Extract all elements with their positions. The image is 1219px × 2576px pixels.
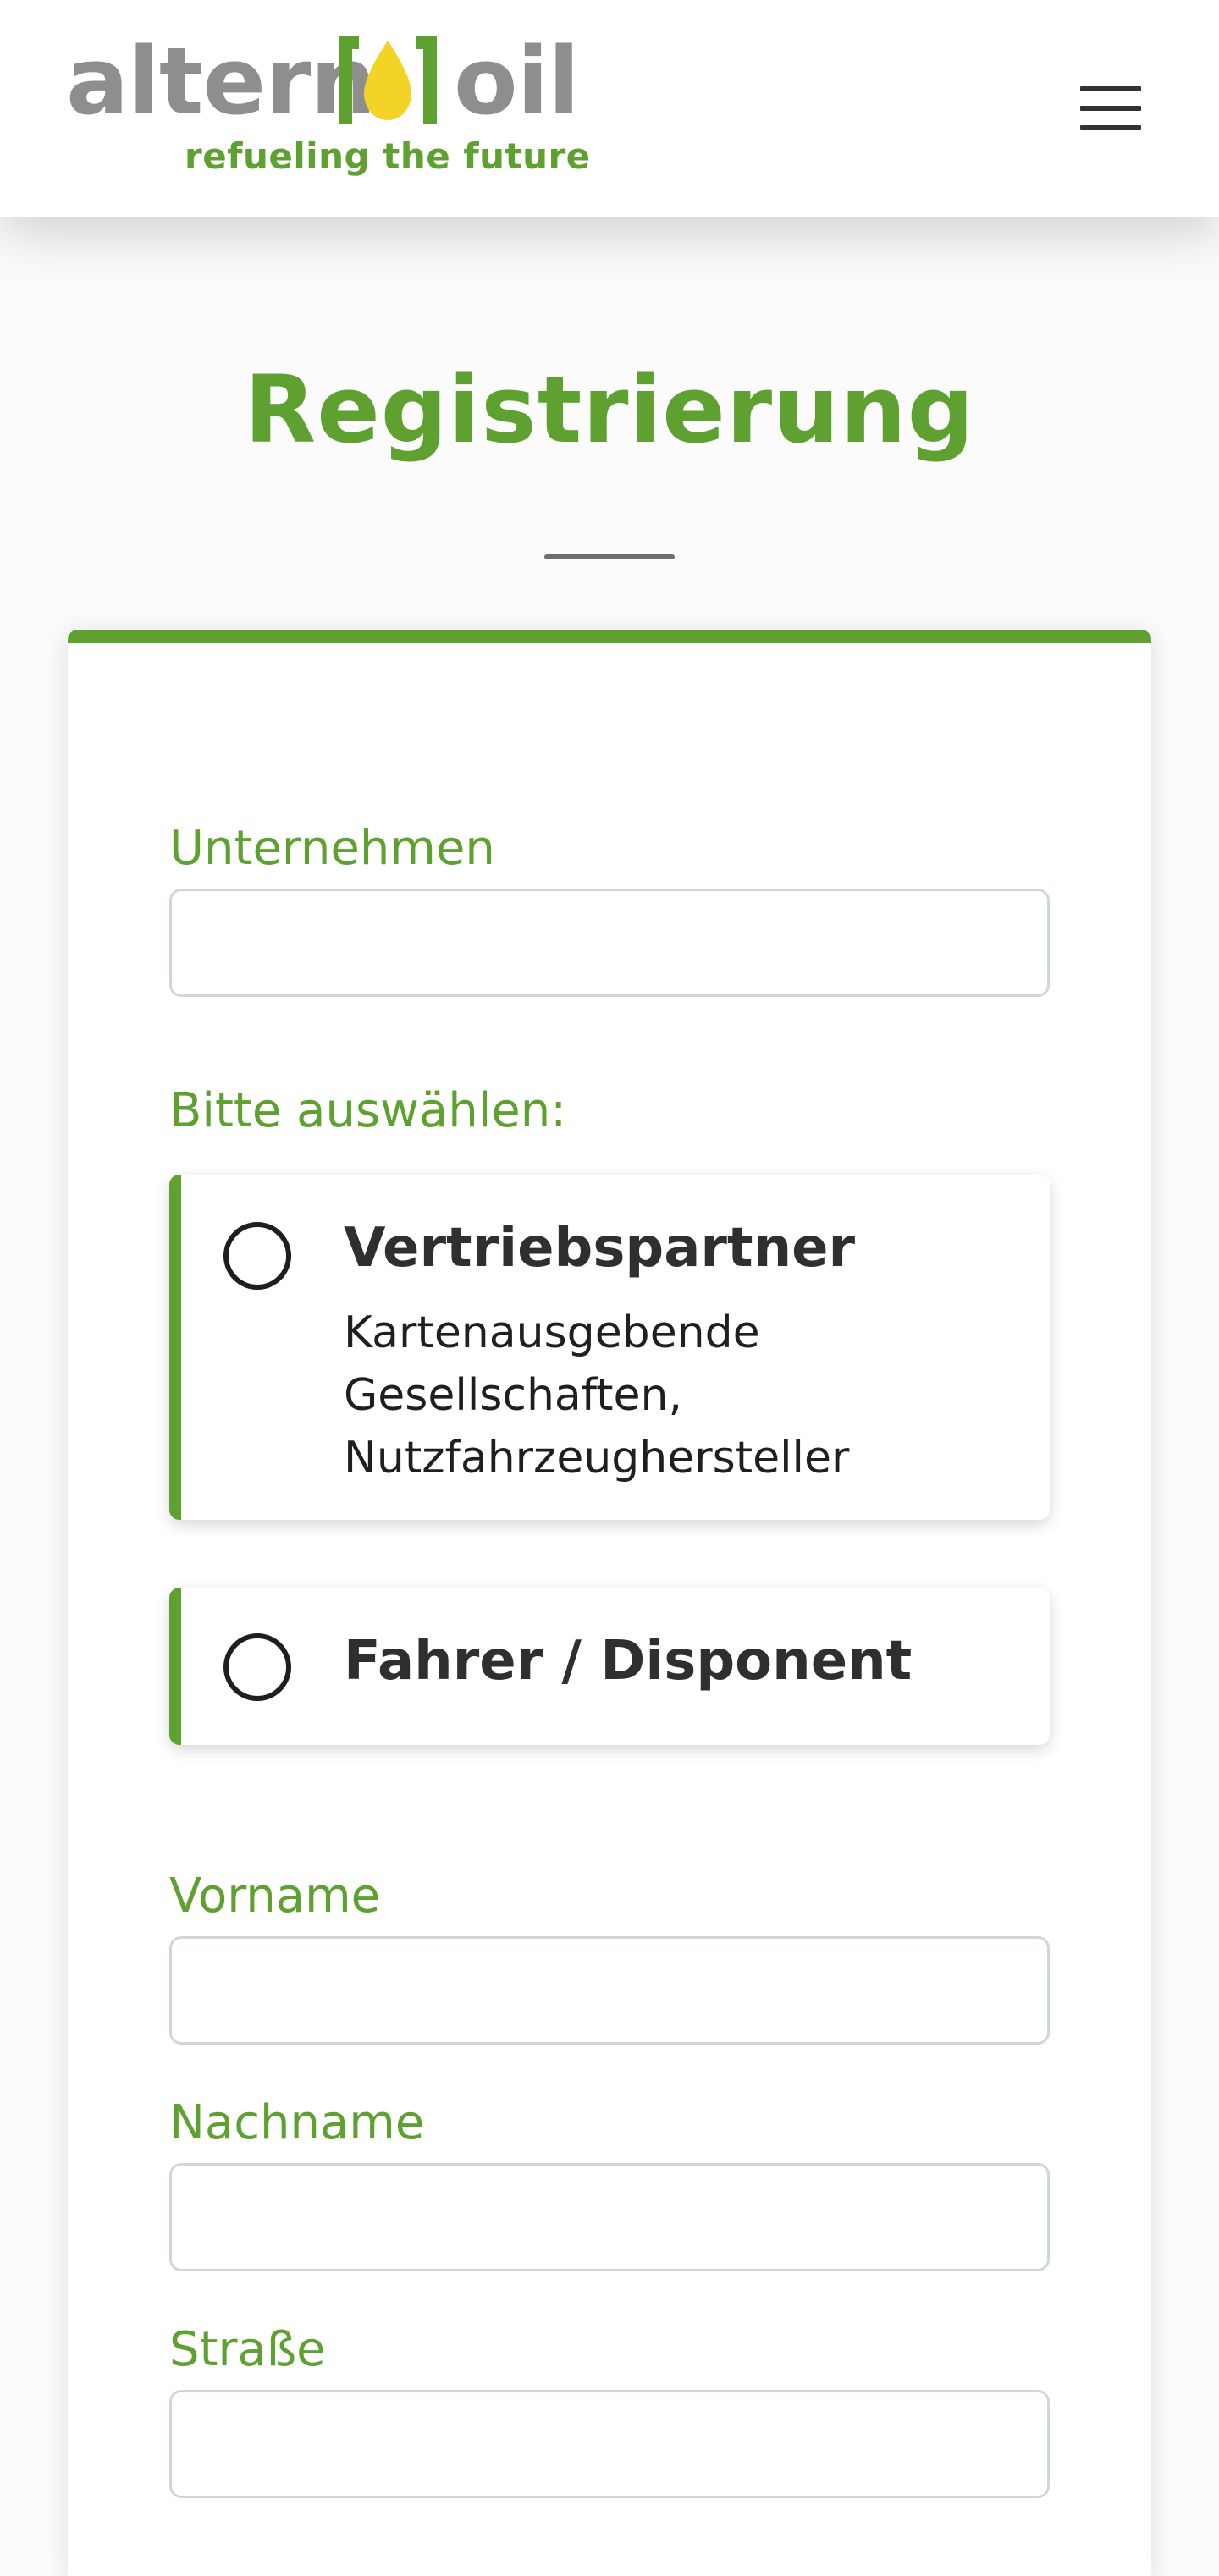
radio-button[interactable] bbox=[223, 1633, 291, 1701]
page-title: Registrierung bbox=[244, 355, 975, 464]
menu-bar bbox=[1080, 106, 1141, 111]
street-input[interactable] bbox=[169, 2390, 1050, 2498]
alternoil-logo[interactable]: altern oil refueling the future bbox=[66, 27, 590, 191]
option-vertriebspartner[interactable]: Vertriebspartner Kartenausgebende Gesell… bbox=[169, 1175, 1050, 1520]
logo-word-altern: altern bbox=[66, 27, 377, 135]
option-title: Vertriebspartner bbox=[344, 1217, 856, 1280]
menu-bar bbox=[1080, 86, 1141, 91]
oil-drop-icon bbox=[339, 36, 437, 124]
first-name-label: Vorname bbox=[169, 1869, 381, 1924]
company-label: Unternehmen bbox=[169, 821, 495, 876]
menu-bar bbox=[1080, 125, 1141, 130]
street-label: Straße bbox=[169, 2322, 326, 2377]
logo-tagline: refueling the future bbox=[185, 135, 591, 177]
logo-word-oil: oil bbox=[454, 27, 580, 135]
registration-form-card: Unternehmen Bitte auswählen: Vertriebspa… bbox=[68, 630, 1151, 2576]
option-fahrer-disponent[interactable]: Fahrer / Disponent bbox=[169, 1588, 1050, 1745]
site-header: altern oil refueling the future bbox=[0, 0, 1219, 217]
hamburger-menu-icon[interactable] bbox=[1063, 81, 1158, 135]
last-name-input[interactable] bbox=[169, 2163, 1050, 2271]
last-name-label: Nachname bbox=[169, 2095, 425, 2150]
radio-button[interactable] bbox=[223, 1222, 291, 1290]
option-title: Fahrer / Disponent bbox=[344, 1630, 913, 1693]
title-divider bbox=[544, 554, 675, 559]
select-type-label: Bitte auswählen: bbox=[169, 1083, 567, 1138]
option-description: Kartenausgebende Gesellschaften, Nutzfah… bbox=[344, 1307, 850, 1483]
company-input[interactable] bbox=[169, 889, 1050, 997]
first-name-input[interactable] bbox=[169, 1936, 1050, 2045]
